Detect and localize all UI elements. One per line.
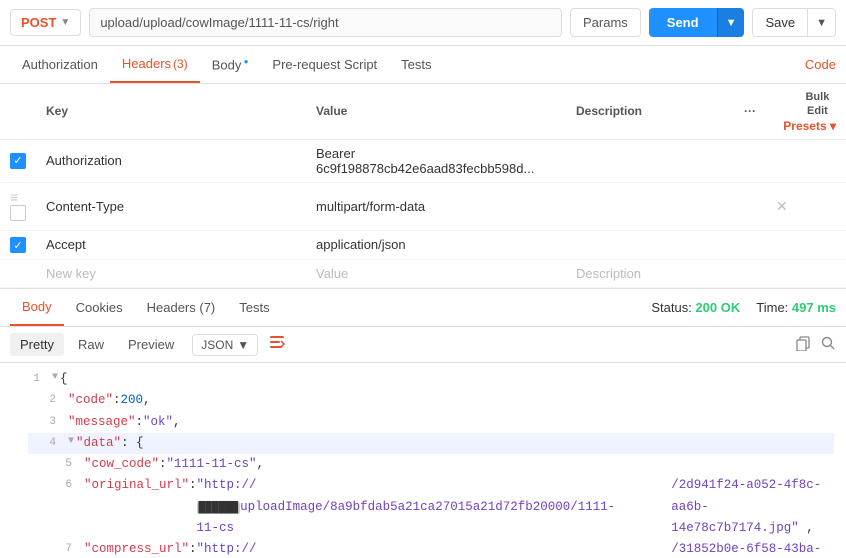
- method-select[interactable]: POST ▼: [10, 9, 81, 36]
- tab-tests[interactable]: Tests: [389, 47, 443, 82]
- format-chevron-icon: ▼: [237, 338, 249, 352]
- request-tabs-bar: Authorization Headers(3) Body ● Pre-requ…: [0, 46, 846, 84]
- format-select[interactable]: JSON ▼: [192, 334, 258, 356]
- res-tab-cookies[interactable]: Cookies: [64, 290, 135, 325]
- col-value-header: Value: [306, 84, 566, 139]
- row1-action: [766, 139, 846, 182]
- code-toolbar: Pretty Raw Preview JSON ▼: [0, 327, 846, 363]
- tab-headers[interactable]: Headers(3): [110, 46, 200, 83]
- json-viewer: 1 ▼ { 2 "code" : 200 , 3 "message" : "ok…: [0, 363, 846, 558]
- placeholder-value[interactable]: Value: [306, 260, 566, 288]
- status-label: Status: 200 OK: [651, 300, 740, 315]
- json-line-4: 4 ▼ "data" : {: [28, 433, 834, 454]
- row2-checkbox[interactable]: [10, 205, 26, 221]
- bulk-edit-button[interactable]: BulkEdit: [805, 90, 829, 119]
- format-label: JSON: [201, 338, 233, 352]
- copy-icon[interactable]: [795, 335, 811, 354]
- tab-body[interactable]: Body ●: [200, 47, 261, 82]
- collapse-4-icon[interactable]: ▼: [68, 433, 74, 450]
- json-line-7: 7 "compress_url" : "http://██████uploadI…: [44, 539, 834, 558]
- table-row: Authorization Bearer 6c9f198878cb42e6aad…: [0, 139, 846, 182]
- table-row-placeholder: New key Value Description: [0, 260, 846, 288]
- status-code: 200 OK: [695, 300, 740, 315]
- presets-button[interactable]: Presets ▾: [783, 119, 836, 133]
- send-group: Send ▼: [649, 8, 745, 37]
- response-tabs-bar: Body Cookies Headers (7) Tests Status: 2…: [0, 289, 846, 327]
- row1-description[interactable]: [566, 139, 734, 182]
- json-line-6: 6 "original_url" : "http://██████uploadI…: [44, 475, 834, 539]
- table-row: Accept application/json: [0, 230, 846, 260]
- col-key-header: Key: [36, 84, 306, 139]
- row1-checkbox[interactable]: [10, 153, 26, 169]
- row3-check-cell: [0, 230, 36, 260]
- drag-handle-icon[interactable]: ≡: [10, 189, 18, 205]
- json-line-3: 3 "message" : "ok" ,: [28, 412, 834, 433]
- col-dots-header: ···: [734, 84, 766, 139]
- col-check-header: [0, 84, 36, 139]
- row3-checkbox[interactable]: [10, 237, 26, 253]
- row3-dots: [734, 230, 766, 260]
- placeholder-dots: [734, 260, 766, 288]
- row3-description[interactable]: [566, 230, 734, 260]
- res-tab-headers[interactable]: Headers (7): [135, 290, 228, 325]
- res-tab-tests[interactable]: Tests: [227, 290, 281, 325]
- method-chevron-icon: ▼: [60, 17, 70, 28]
- collapse-1-icon[interactable]: ▼: [52, 369, 58, 386]
- view-raw-button[interactable]: Raw: [68, 333, 114, 356]
- params-button[interactable]: Params: [570, 8, 641, 37]
- top-bar: POST ▼ upload/upload/cowImage/1111-11-cs…: [0, 0, 846, 46]
- tab-authorization[interactable]: Authorization: [10, 47, 110, 82]
- placeholder-check: [0, 260, 36, 288]
- table-row: ≡ Content-Type multipart/form-data ✕: [0, 182, 846, 230]
- tab-prerequest[interactable]: Pre-request Script: [260, 47, 389, 82]
- row1-check-cell: [0, 139, 36, 182]
- send-button[interactable]: Send: [649, 8, 717, 37]
- res-tab-body[interactable]: Body: [10, 289, 64, 326]
- time-label: Time: 497 ms: [756, 300, 836, 315]
- col-desc-header: Description: [566, 84, 734, 139]
- row1-value[interactable]: Bearer 6c9f198878cb42e6aad83fecbb598d...: [306, 139, 566, 182]
- placeholder-desc[interactable]: Description: [566, 260, 734, 288]
- json-line-5: 5 "cow_code" : "1111-11-cs" ,: [44, 454, 834, 475]
- save-dropdown-button[interactable]: ▼: [807, 9, 835, 36]
- row3-value[interactable]: application/json: [306, 230, 566, 260]
- json-line-1: 1 ▼ {: [12, 369, 834, 390]
- headers-section: Key Value Description ··· BulkEdit Prese…: [0, 84, 846, 289]
- url-input[interactable]: upload/upload/cowImage/1111-11-cs/right: [89, 8, 562, 37]
- row2-delete-icon[interactable]: ✕: [776, 198, 788, 214]
- row2-key[interactable]: Content-Type: [36, 182, 306, 230]
- headers-toolbar: BulkEdit Presets ▾: [766, 84, 846, 139]
- row2-check-cell: ≡: [0, 182, 36, 230]
- search-icon[interactable]: [821, 336, 836, 354]
- row2-description[interactable]: [566, 182, 734, 230]
- json-line-2: 2 "code" : 200 ,: [28, 390, 834, 411]
- row3-action: [766, 230, 846, 260]
- headers-table: Key Value Description ··· BulkEdit Prese…: [0, 84, 846, 288]
- code-link[interactable]: Code: [805, 57, 836, 72]
- send-dropdown-button[interactable]: ▼: [717, 8, 745, 37]
- status-area: Status: 200 OK Time: 497 ms: [651, 300, 836, 315]
- row1-key[interactable]: Authorization: [36, 139, 306, 182]
- save-group: Save ▼: [752, 8, 836, 37]
- row3-key[interactable]: Accept: [36, 230, 306, 260]
- wrap-icon[interactable]: [268, 333, 286, 356]
- save-button[interactable]: Save: [753, 9, 807, 36]
- time-value: 497 ms: [792, 300, 836, 315]
- row2-dots: [734, 182, 766, 230]
- placeholder-action: [766, 260, 846, 288]
- row2-value[interactable]: multipart/form-data: [306, 182, 566, 230]
- placeholder-key[interactable]: New key: [36, 260, 306, 288]
- method-label: POST: [21, 15, 56, 30]
- row2-action: ✕: [766, 182, 846, 230]
- row1-dots: [734, 139, 766, 182]
- view-preview-button[interactable]: Preview: [118, 333, 184, 356]
- view-pretty-button[interactable]: Pretty: [10, 333, 64, 356]
